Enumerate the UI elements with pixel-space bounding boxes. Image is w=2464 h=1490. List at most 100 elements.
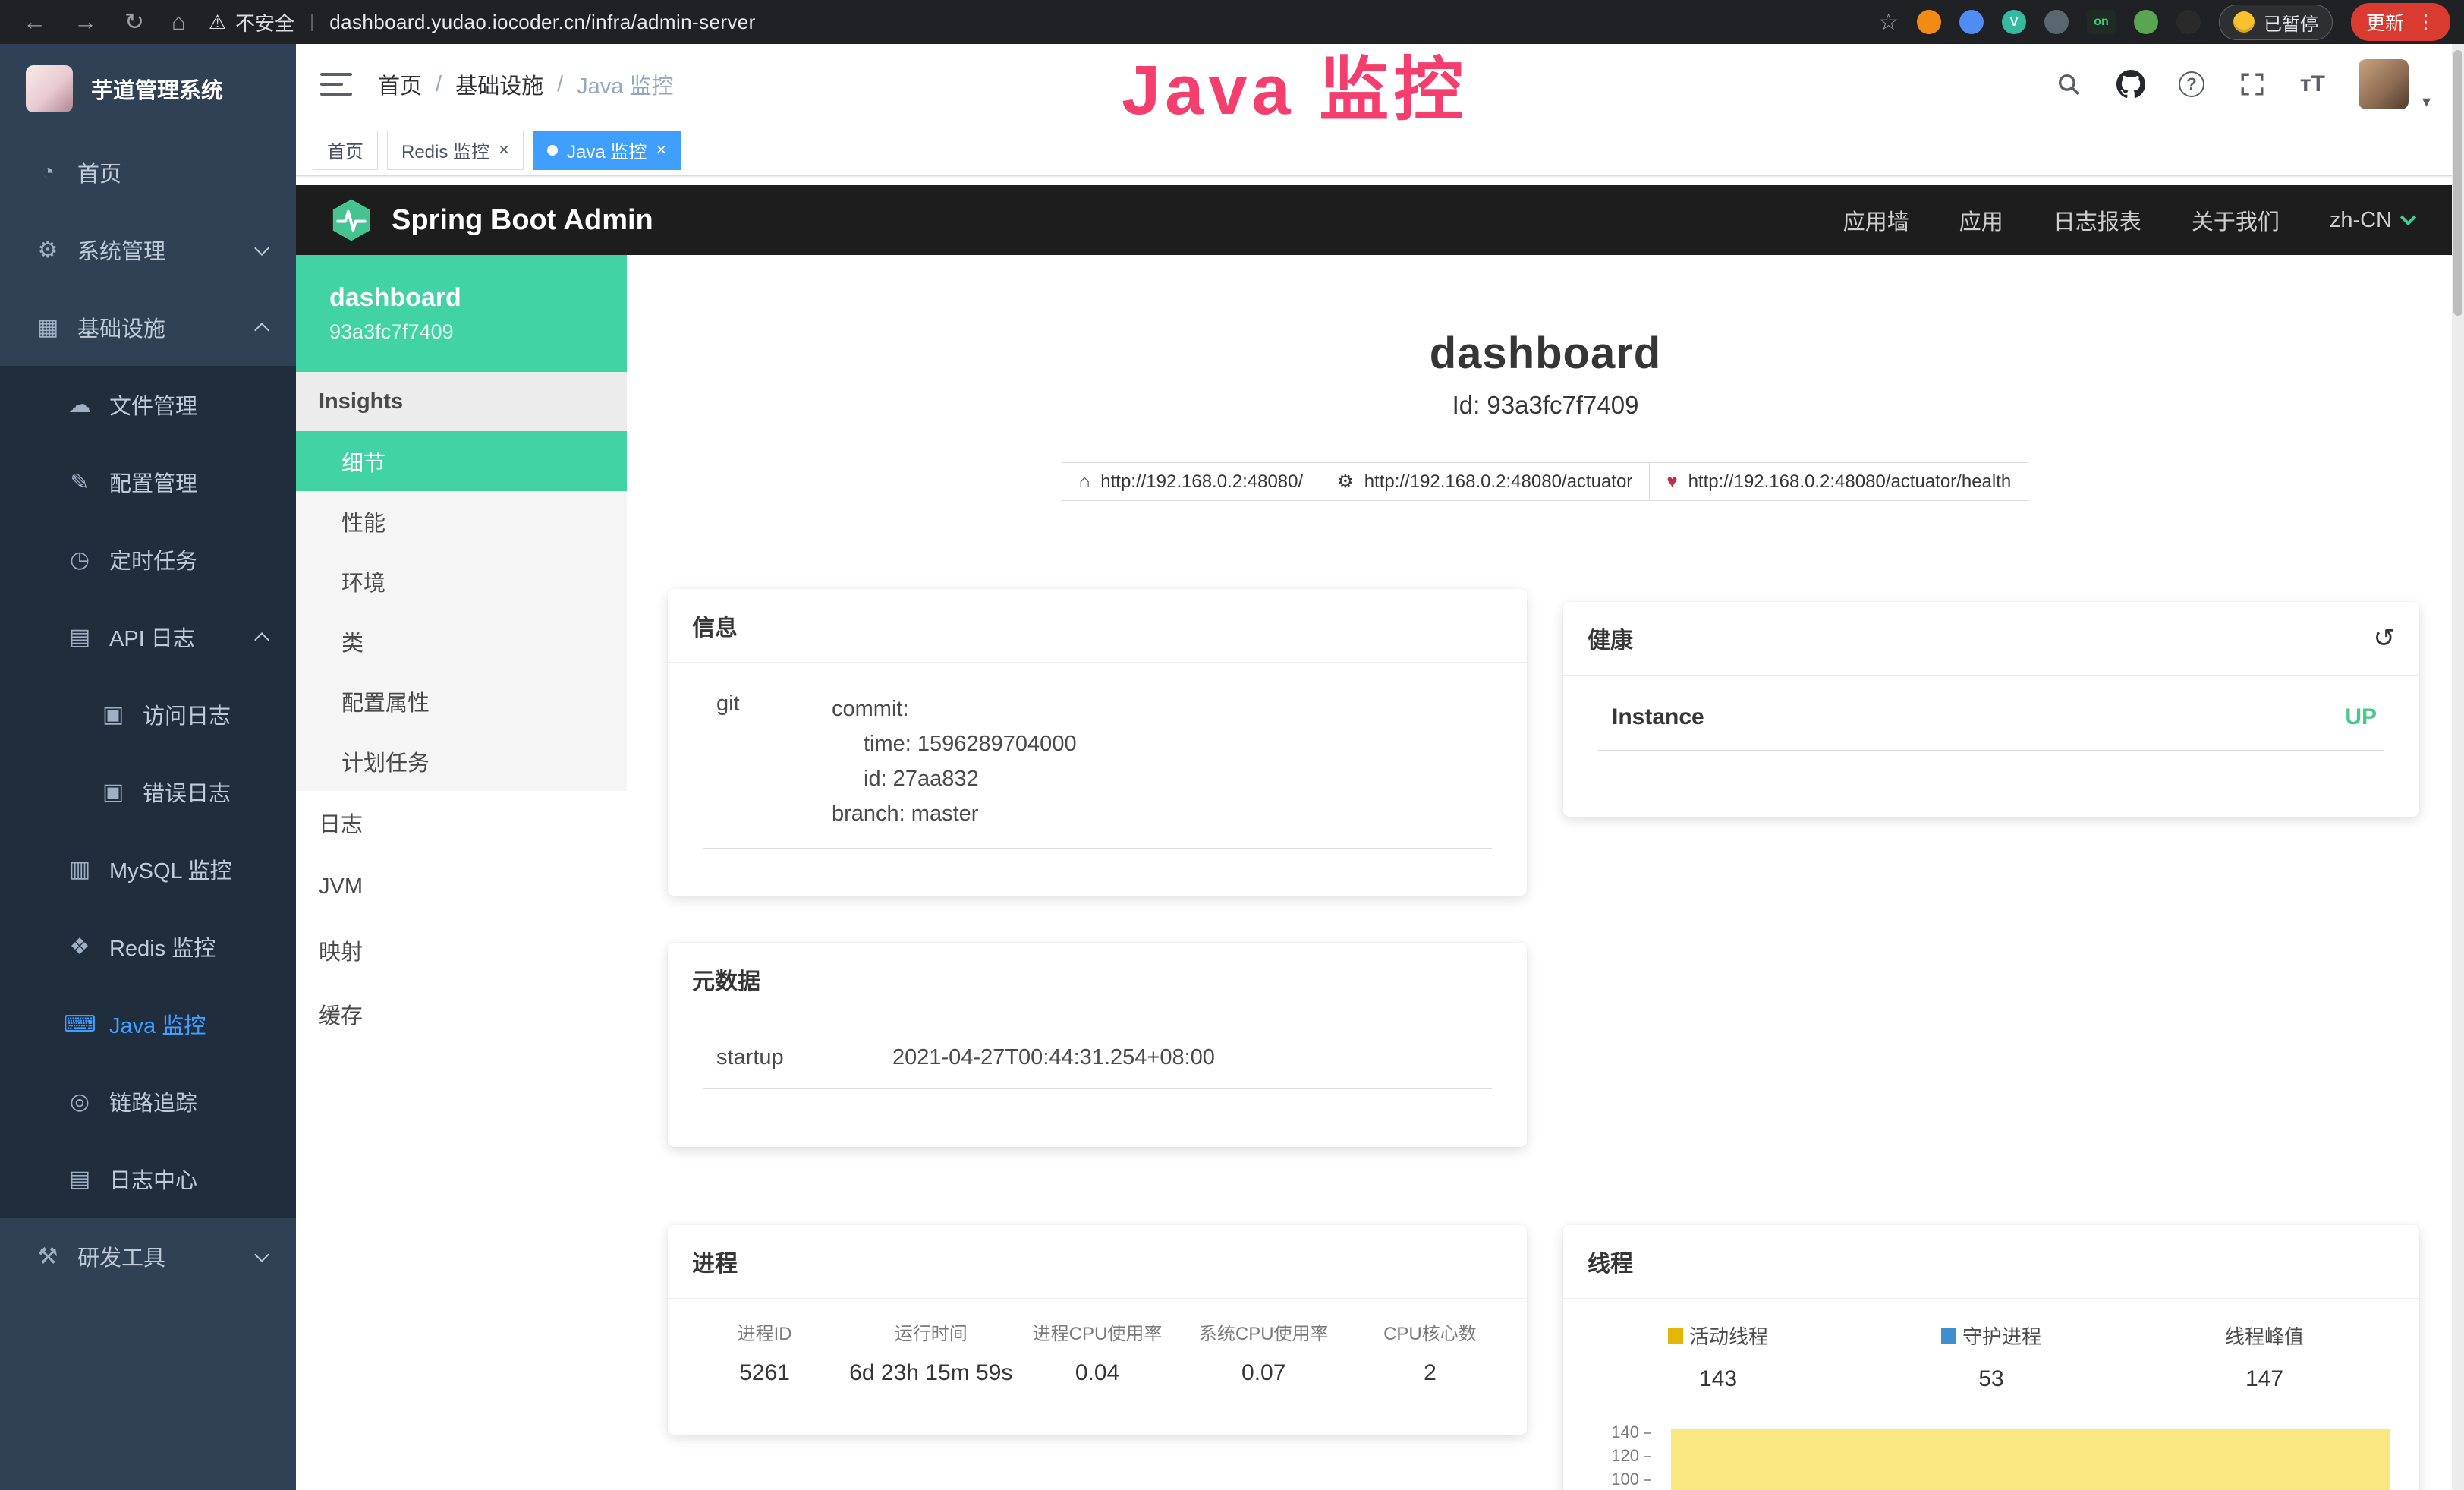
sba-header: Spring Boot Admin 应用墙 应用 日志报表 关于我们 zh-CN	[296, 185, 2464, 255]
page-scrollbar[interactable]	[2452, 44, 2464, 1490]
url-text[interactable]: dashboard.yudao.iocoder.cn/infra/admin-s…	[329, 11, 755, 34]
sidebar-label: 首页	[77, 156, 121, 188]
metadata-key: startup	[703, 1045, 892, 1070]
browser-home-icon[interactable]: ⌂	[172, 8, 186, 36]
annotation-text: Java 监控	[1122, 33, 1468, 134]
link-root[interactable]: ⌂ http://192.168.0.2:48080/	[1062, 462, 1320, 501]
card-title: 元数据	[692, 962, 760, 996]
stat-value: 5261	[681, 1360, 848, 1386]
heart-icon: ♥	[1666, 471, 1677, 493]
sidebar-item-redis[interactable]: ❖ Redis 监控	[0, 908, 296, 985]
paused-badge[interactable]: 已暂停	[2219, 5, 2333, 40]
sidebar-item-api-log[interactable]: ▤ API 日志	[0, 598, 296, 676]
fullscreen-icon[interactable]	[2238, 70, 2267, 99]
stat-label: 进程CPU使用率	[1014, 1318, 1180, 1345]
sidebar-item-system[interactable]: ⚙ 系统管理	[0, 211, 296, 288]
tab-home[interactable]: 首页	[313, 131, 378, 170]
sidebar-item-java[interactable]: ⌨ Java 监控	[0, 985, 296, 1063]
sidebar-item-devtools[interactable]: ⚒ 研发工具	[0, 1218, 296, 1295]
sidebar-label: 链路追踪	[109, 1085, 197, 1117]
sba-nav-journal[interactable]: 日志报表	[2053, 204, 2141, 236]
extension-icon-2[interactable]	[1959, 10, 1984, 34]
sba-item-performance[interactable]: 性能	[296, 491, 627, 551]
sidebar-label: 定时任务	[109, 543, 197, 575]
metadata-card-header: 元数据	[668, 943, 1527, 1016]
browser-menu-icon[interactable]: ⋮	[2416, 11, 2435, 33]
history-icon[interactable]: ↺	[2374, 623, 2396, 654]
breadcrumb-home[interactable]: 首页	[378, 68, 422, 100]
font-size-icon[interactable]: тT	[2300, 71, 2325, 97]
breadcrumb-infra[interactable]: 基础设施	[455, 68, 543, 100]
stat-value: 0.07	[1181, 1360, 1347, 1386]
instance-id: 93a3fc7f7409	[329, 320, 627, 344]
extension-icon-5[interactable]	[2134, 10, 2158, 34]
sba-nav-about[interactable]: 关于我们	[2192, 204, 2280, 236]
sidebar-item-files[interactable]: ☁ 文件管理	[0, 366, 296, 443]
sba-item-configprops[interactable]: 配置属性	[296, 671, 627, 731]
legend-value: 53	[1855, 1366, 2128, 1392]
page-subtitle: Id: 93a3fc7f7409	[627, 391, 2464, 420]
avatar-caret-icon[interactable]: ▾	[2422, 92, 2431, 112]
sidebar-item-error-log[interactable]: ▣ 错误日志	[0, 753, 296, 830]
extension-icon-1[interactable]	[1917, 10, 1941, 34]
chevron-down-icon	[2400, 209, 2416, 225]
sidebar-item-log-center[interactable]: ▤ 日志中心	[0, 1140, 296, 1218]
sba-item-logs[interactable]: 日志	[296, 791, 627, 855]
close-icon[interactable]: ×	[499, 140, 509, 161]
forward-icon[interactable]: →	[74, 8, 97, 36]
security-warning-label[interactable]: 不安全	[235, 8, 294, 36]
app-sidebar: 芋道管理系统 ◔ 首页 ⚙ 系统管理 ▦ 基础设施 ☁ 文件管理 ✎ 配置管理 …	[0, 44, 296, 1490]
process-stats-row: 进程ID 5261 运行时间 6d 23h 15m 59s 进程CPU使用率 0…	[668, 1299, 1527, 1386]
extension-on-badge[interactable]: on	[2087, 10, 2116, 34]
sba-brand-title[interactable]: Spring Boot Admin	[392, 204, 653, 237]
tab-java[interactable]: Java 监控 ×	[533, 131, 681, 170]
health-card-header: 健康 ↺	[1563, 602, 2419, 676]
sidebar-item-access-log[interactable]: ▣ 访问日志	[0, 676, 296, 753]
sba-item-environment[interactable]: 环境	[296, 551, 627, 611]
instance-name: dashboard	[329, 283, 627, 313]
sba-nav-applications[interactable]: 应用	[1959, 204, 2003, 236]
sidebar-item-mysql[interactable]: ▥ MySQL 监控	[0, 830, 296, 908]
instance-block[interactable]: dashboard 93a3fc7f7409	[296, 255, 627, 372]
extension-icon-4[interactable]	[2044, 10, 2069, 34]
sba-item-classes[interactable]: 类	[296, 611, 627, 671]
avatar[interactable]	[2359, 59, 2409, 109]
close-icon[interactable]: ×	[656, 140, 666, 161]
sidebar-item-infra[interactable]: ▦ 基础设施	[0, 288, 296, 366]
chevron-up-icon	[254, 632, 269, 647]
help-icon[interactable]: ?	[2179, 71, 2204, 97]
sba-item-jvm[interactable]: JVM	[296, 855, 627, 918]
scrollbar-thumb[interactable]	[2453, 50, 2462, 316]
sidebar-label: 文件管理	[109, 389, 197, 421]
github-icon[interactable]	[2116, 70, 2145, 99]
tab-label: Redis 监控	[401, 137, 489, 163]
sba-item-caches[interactable]: 缓存	[296, 982, 627, 1046]
search-icon[interactable]	[2054, 70, 2083, 99]
sba-item-details[interactable]: 细节	[296, 431, 627, 491]
extension-icon-3[interactable]: V	[2002, 10, 2026, 34]
extension-icon-6[interactable]	[2176, 10, 2201, 34]
sba-item-scheduled[interactable]: 计划任务	[296, 731, 627, 791]
link-actuator[interactable]: ⚙ http://192.168.0.2:48080/actuator	[1320, 462, 1650, 501]
link-health[interactable]: ♥ http://192.168.0.2:48080/actuator/heal…	[1649, 462, 2028, 501]
address-bar[interactable]: ⚠ 不安全 | dashboard.yudao.iocoder.cn/infra…	[209, 8, 756, 36]
back-icon[interactable]: ←	[23, 8, 46, 36]
sidebar-item-trace[interactable]: ◎ 链路追踪	[0, 1063, 296, 1140]
bookmark-star-icon[interactable]: ☆	[1878, 9, 1899, 36]
sba-nav-wallboard[interactable]: 应用墙	[1843, 204, 1909, 236]
wrench-icon: ⚙	[1337, 471, 1354, 493]
update-button[interactable]: 更新 ⋮	[2351, 3, 2450, 41]
tab-redis[interactable]: Redis 监控 ×	[387, 131, 524, 170]
sba-item-mappings[interactable]: 映射	[296, 918, 627, 982]
app-logo[interactable]: 芋道管理系统	[0, 44, 296, 134]
legend-label: 活动线程	[1689, 1321, 1768, 1350]
locale-select[interactable]: zh-CN	[2330, 208, 2414, 233]
health-row: Instance UP	[1598, 704, 2384, 751]
hamburger-icon[interactable]	[320, 66, 352, 102]
sidebar-item-jobs[interactable]: ◷ 定时任务	[0, 521, 296, 598]
reload-icon[interactable]: ↻	[124, 8, 144, 36]
threads-card-body: 活动线程 143 守护进程 53 线程峰值 147 140 120 100	[1563, 1299, 2419, 1490]
sidebar-item-home[interactable]: ◔ 首页	[0, 134, 296, 211]
link-label: http://192.168.0.2:48080/actuator/health	[1688, 471, 2012, 493]
sidebar-item-config[interactable]: ✎ 配置管理	[0, 443, 296, 521]
